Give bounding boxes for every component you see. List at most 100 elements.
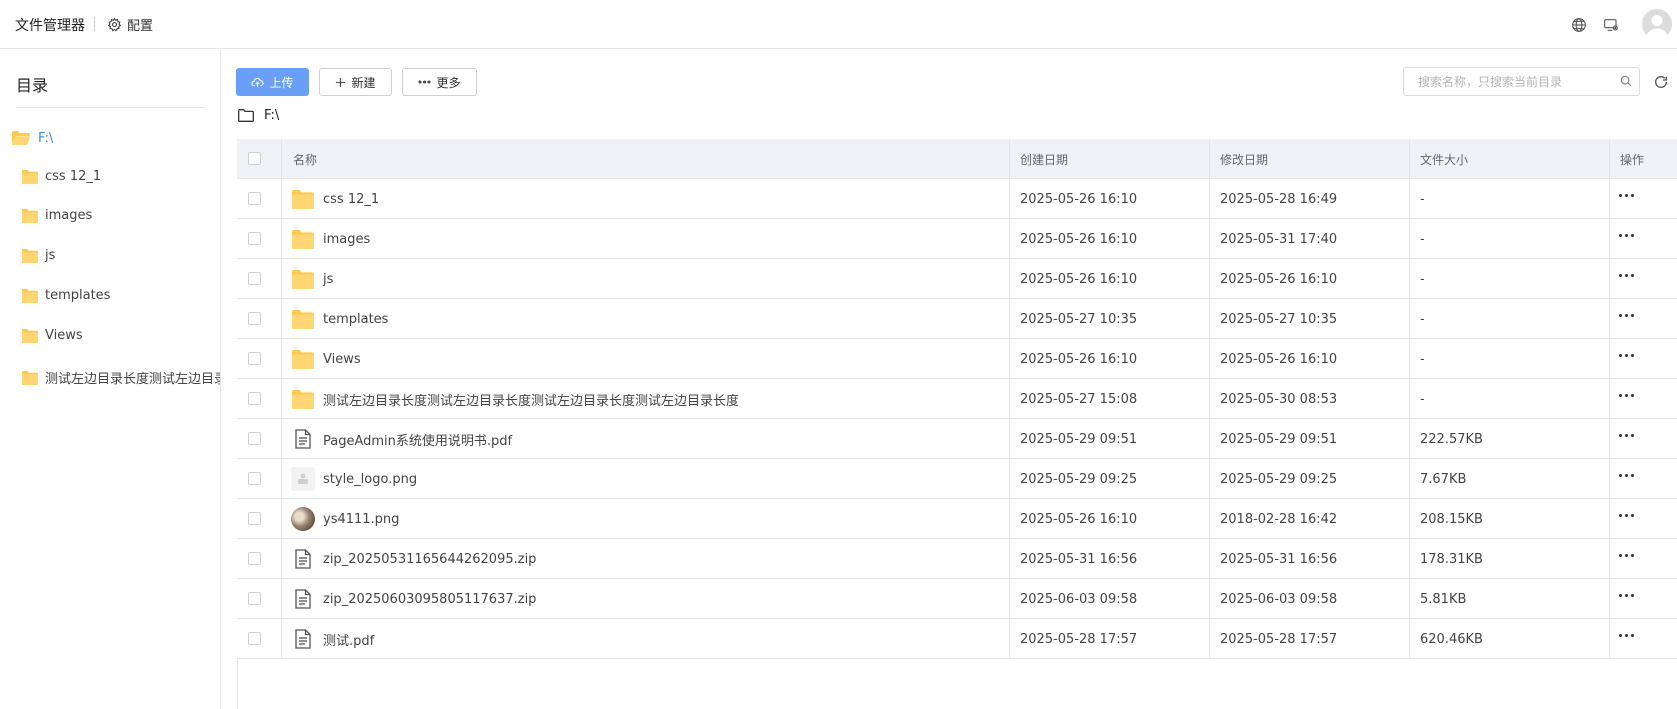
search-input[interactable]	[1418, 68, 1618, 95]
tree-item-images[interactable]: images	[22, 208, 92, 223]
tree-item-root[interactable]: F:\	[11, 130, 53, 146]
table-row[interactable]: zip_20250531165644262095.zip 2025-05-31 1…	[237, 539, 1677, 579]
created-date: 2025-05-29 09:51	[1020, 431, 1138, 447]
column-divider	[1409, 299, 1410, 339]
row-actions-icon[interactable]	[1617, 192, 1636, 199]
file-name-cell[interactable]: js	[291, 259, 333, 299]
select-all-checkbox[interactable]	[248, 152, 261, 165]
file-name: templates	[323, 311, 389, 327]
table-row[interactable]: templates 2025-05-27 10:35 2025-05-27 10:3…	[237, 299, 1677, 339]
file-size: 5.81KB	[1420, 591, 1467, 607]
file-name-cell[interactable]: ys4111.png	[291, 499, 399, 539]
file-name: zip_20250603095805117637.zip	[323, 591, 537, 607]
plus-icon	[336, 77, 346, 87]
table-row[interactable]: style_logo.png 2025-05-29 09:25 2025-05-29…	[237, 459, 1677, 499]
tree-item-js[interactable]: js	[22, 248, 55, 263]
tree-item-label: Views	[45, 328, 83, 343]
created-date: 2025-05-27 10:35	[1020, 311, 1138, 327]
row-actions-icon[interactable]	[1617, 552, 1636, 559]
tree-item-label: css 12_1	[45, 169, 102, 184]
row-actions-icon[interactable]	[1617, 472, 1636, 479]
column-divider	[1209, 259, 1210, 299]
file-name-cell[interactable]: style_logo.png	[291, 459, 417, 499]
header-name[interactable]: 名称	[293, 139, 317, 179]
row-actions-icon[interactable]	[1617, 432, 1636, 439]
tree-item-views[interactable]: Views	[22, 328, 83, 343]
row-checkbox[interactable]	[248, 232, 261, 245]
search-box	[1403, 67, 1640, 96]
row-checkbox[interactable]	[248, 352, 261, 365]
column-divider	[1009, 499, 1010, 539]
table-row[interactable]: images 2025-05-26 16:10 2025-05-31 17:40 -	[237, 219, 1677, 259]
row-actions-icon[interactable]	[1617, 312, 1636, 319]
row-actions-icon[interactable]	[1617, 592, 1636, 599]
file-name-cell[interactable]: templates	[291, 299, 388, 339]
table-row[interactable]: PageAdmin系统使用说明书.pdf 2025-05-29 09:51 2025…	[237, 419, 1677, 459]
file-name-cell[interactable]: zip_20250603095805117637.zip	[291, 579, 536, 619]
row-checkbox[interactable]	[248, 392, 261, 405]
file-name-cell[interactable]: images	[291, 219, 370, 259]
file-name-cell[interactable]: 测试左边目录长度测试左边目录长度测试左边目录长度测试左边目录长度	[291, 379, 739, 419]
tree-item-templates[interactable]: templates	[22, 288, 110, 303]
file-size: -	[1420, 231, 1425, 247]
header-created[interactable]: 创建日期	[1020, 139, 1068, 179]
tree-item-long-folder[interactable]: 测试左边目录长度测试左边目录长度测试左边目录长度测试左边目录长度	[22, 368, 220, 387]
row-actions-icon[interactable]	[1617, 512, 1636, 519]
column-divider	[1609, 619, 1610, 659]
new-button[interactable]: 新建	[319, 68, 392, 96]
row-checkbox[interactable]	[248, 312, 261, 325]
table-row[interactable]: 测试左边目录长度测试左边目录长度测试左边目录长度测试左边目录长度 2025-05-…	[237, 379, 1677, 419]
row-actions-icon[interactable]	[1617, 272, 1636, 279]
header-size[interactable]: 文件大小	[1420, 139, 1468, 179]
header-modified[interactable]: 修改日期	[1220, 139, 1268, 179]
created-date: 2025-05-27 15:08	[1020, 391, 1138, 407]
user-avatar[interactable]	[1642, 9, 1672, 39]
column-divider	[1409, 499, 1410, 539]
more-button[interactable]: 更多	[402, 68, 477, 96]
tree-item-css[interactable]: css 12_1	[22, 169, 101, 184]
row-actions-icon[interactable]	[1617, 392, 1636, 399]
created-date: 2025-05-26 16:10	[1020, 351, 1138, 367]
column-divider	[1009, 459, 1010, 499]
file-name-cell[interactable]: Views	[291, 339, 361, 379]
table-row[interactable]: css 12_1 2025-05-26 16:10 2025-05-28 16:49…	[237, 179, 1677, 219]
table-row[interactable]: ys4111.png 2025-05-26 16:10 2018-02-28 16:…	[237, 499, 1677, 539]
row-checkbox[interactable]	[248, 272, 261, 285]
column-divider	[1609, 539, 1610, 579]
row-checkbox[interactable]	[248, 432, 261, 445]
table-row[interactable]: js 2025-05-26 16:10 2025-05-26 16:10 -	[237, 259, 1677, 299]
row-checkbox[interactable]	[248, 552, 261, 565]
row-checkbox[interactable]	[248, 632, 261, 645]
table-row[interactable]: Views 2025-05-26 16:10 2025-05-26 16:10 -	[237, 339, 1677, 379]
column-divider	[1209, 379, 1210, 419]
modified-date: 2025-05-27 10:35	[1220, 311, 1338, 327]
column-divider	[1609, 219, 1610, 259]
tree-item-label: images	[45, 208, 93, 223]
globe-icon[interactable]	[1571, 17, 1587, 33]
file-name: PageAdmin系统使用说明书.pdf	[323, 433, 513, 449]
file-name-cell[interactable]: zip_20250531165644262095.zip	[291, 539, 536, 579]
row-actions-icon[interactable]	[1617, 232, 1636, 239]
file-name-cell[interactable]: css 12_1	[291, 179, 379, 219]
created-date: 2025-06-03 09:58	[1020, 591, 1138, 607]
row-actions-icon[interactable]	[1617, 352, 1636, 359]
created-date: 2025-05-31 16:56	[1020, 551, 1138, 567]
row-actions-icon[interactable]	[1617, 632, 1636, 639]
table-row[interactable]: 测试.pdf 2025-05-28 17:57 2025-05-28 17:57 62…	[237, 619, 1677, 659]
file-name-cell[interactable]: PageAdmin系统使用说明书.pdf	[291, 419, 512, 459]
column-divider	[1209, 459, 1210, 499]
file-name-cell[interactable]: 测试.pdf	[291, 619, 374, 659]
refresh-icon[interactable]	[1653, 74, 1669, 90]
row-checkbox[interactable]	[248, 592, 261, 605]
upload-label: 上传	[269, 75, 294, 90]
row-checkbox[interactable]	[248, 192, 261, 205]
column-divider	[1009, 619, 1010, 659]
config-button[interactable]: 配置	[107, 15, 153, 34]
upload-button[interactable]: 上传	[236, 68, 309, 96]
monitor-settings-icon[interactable]	[1603, 17, 1619, 33]
table-row[interactable]: zip_20250603095805117637.zip 2025-06-03 0…	[237, 579, 1677, 619]
row-checkbox[interactable]	[248, 472, 261, 485]
search-icon[interactable]	[1619, 74, 1633, 88]
column-divider	[1009, 379, 1010, 419]
row-checkbox[interactable]	[248, 512, 261, 525]
